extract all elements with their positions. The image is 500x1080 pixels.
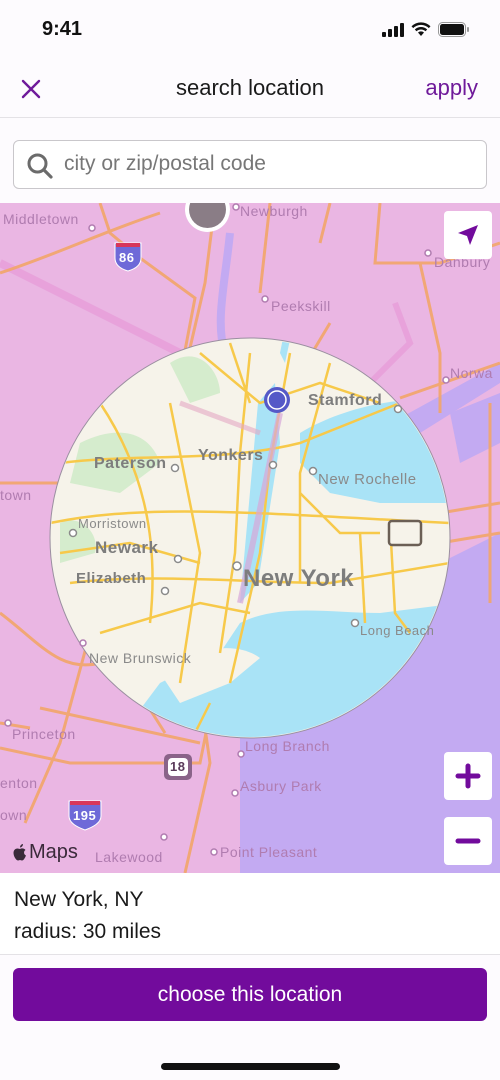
- map-view[interactable]: Middletown Newburgh Danbury Peekskill No…: [0, 203, 500, 873]
- zoom-in-button[interactable]: [444, 752, 492, 800]
- map-label-morristown: Morristown: [78, 516, 147, 531]
- apple-logo-icon: [13, 844, 26, 861]
- selected-radius: radius: 30 miles: [14, 920, 162, 943]
- map-label-yonkers: Yonkers: [198, 447, 264, 464]
- map-label-long-branch: Long Branch: [245, 738, 330, 754]
- cellular-signal-icon: [382, 22, 404, 37]
- map-background: [0, 203, 500, 873]
- map-label-lakewood: Lakewood: [95, 849, 163, 865]
- wifi-icon: [411, 22, 431, 36]
- map-label-new-rochelle: New Rochelle: [318, 471, 417, 488]
- map-label-stamford: Stamford: [308, 392, 383, 409]
- status-icons: [382, 22, 470, 37]
- search-icon: [27, 153, 53, 179]
- maps-attribution-label: Maps: [29, 841, 78, 863]
- maps-attribution[interactable]: Maps: [12, 841, 78, 864]
- map-label-edge-town2: town: [0, 487, 32, 503]
- search-box[interactable]: [13, 140, 487, 189]
- plus-icon: [455, 763, 481, 789]
- home-indicator[interactable]: [161, 1063, 340, 1070]
- zoom-out-button[interactable]: [444, 817, 492, 865]
- nav-bar: search location apply: [0, 60, 500, 118]
- status-time: 9:41: [42, 18, 83, 40]
- status-bar: 9:41: [0, 0, 500, 60]
- route-86-label: 86: [119, 250, 135, 265]
- map-label-peekskill: Peekskill: [271, 298, 331, 314]
- map-label-newark: Newark: [95, 538, 159, 557]
- map-label-trenton: enton: [0, 775, 38, 791]
- search-input[interactable]: [64, 141, 474, 187]
- map-label-princeton: Princeton: [12, 726, 76, 742]
- map-label-long-beach: Long Beach: [360, 623, 435, 638]
- map-label-middletown: Middletown: [3, 211, 79, 227]
- route-18-label: 18: [170, 759, 186, 774]
- choose-location-button[interactable]: choose this location: [13, 968, 487, 1021]
- map-label-norwalk: Norwa: [450, 365, 493, 381]
- map-label-paterson: Paterson: [94, 455, 167, 472]
- route-195-label: 195: [73, 808, 97, 823]
- current-location-button[interactable]: [444, 211, 492, 259]
- battery-icon: [438, 22, 469, 37]
- map-label-point-pleasant: Point Pleasant: [220, 844, 318, 860]
- map-label-new-brunswick: New Brunswick: [89, 650, 192, 666]
- map-label-newburgh: Newburgh: [240, 203, 308, 219]
- minus-icon: [455, 838, 481, 844]
- apply-button[interactable]: apply: [425, 75, 478, 101]
- selected-location: New York, NY: [14, 888, 144, 911]
- map-label-new-york: New York: [243, 565, 355, 592]
- selection-info: New York, NY radius: 30 miles: [0, 873, 500, 955]
- map-label-edge-town: own: [0, 807, 28, 823]
- map-label-elizabeth: Elizabeth: [76, 570, 147, 587]
- location-arrow-icon: [458, 225, 478, 245]
- map-label-asbury-park: Asbury Park: [240, 778, 322, 794]
